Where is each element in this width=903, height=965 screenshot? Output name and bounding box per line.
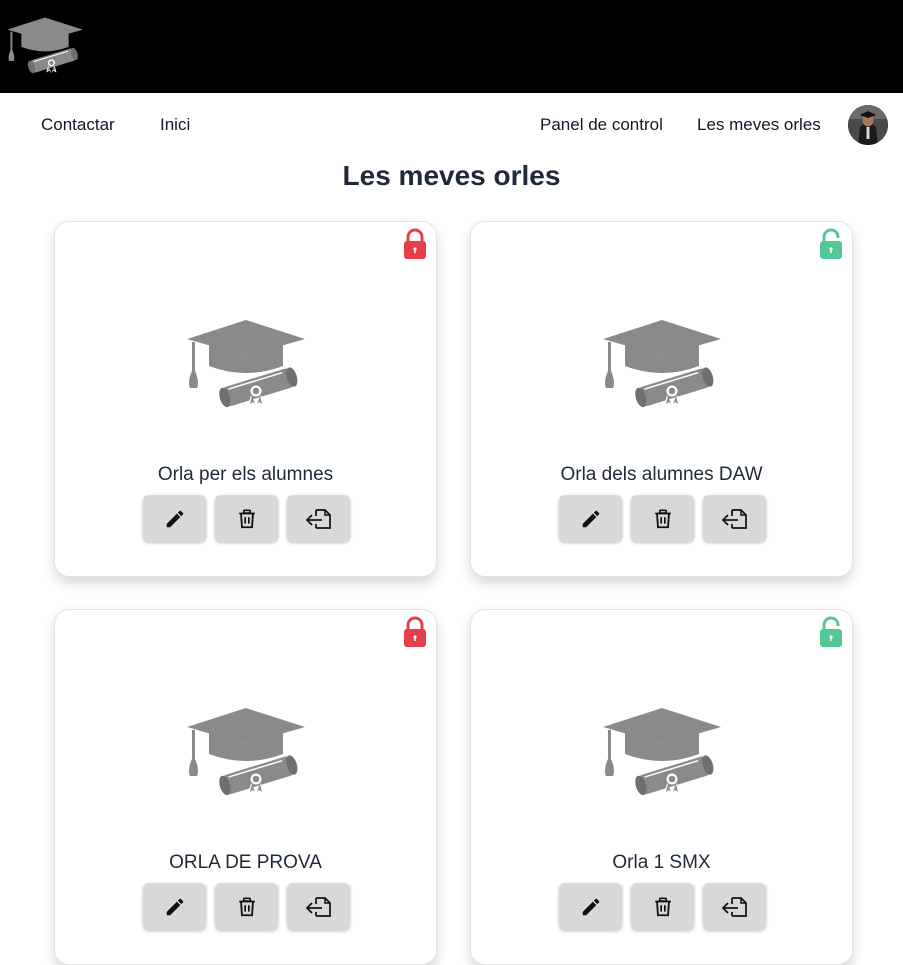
nav-link-panel-de-control[interactable]: Panel de control	[540, 115, 663, 135]
export-button[interactable]	[703, 883, 766, 930]
trash-icon	[652, 896, 674, 918]
orla-card: Orla dels alumnes DAW	[470, 221, 853, 577]
export-icon	[721, 895, 749, 919]
delete-button[interactable]	[631, 495, 694, 542]
card-actions	[557, 495, 767, 543]
card-actions	[141, 495, 351, 543]
edit-button[interactable]	[559, 495, 622, 542]
orla-card: ORLA DE PROVA	[54, 609, 437, 965]
main-nav: Contactar Inici Panel de control Les mev…	[0, 93, 903, 158]
lock-closed-icon[interactable]	[403, 228, 427, 260]
orla-card: Orla 1 SMX	[470, 609, 853, 965]
lock-open-icon[interactable]	[819, 616, 843, 648]
export-button[interactable]	[287, 883, 350, 930]
export-icon	[305, 895, 333, 919]
trash-icon	[236, 896, 258, 918]
edit-button[interactable]	[559, 883, 622, 930]
export-icon	[305, 507, 333, 531]
pencil-icon	[164, 508, 186, 530]
avatar[interactable]	[848, 105, 888, 145]
trash-icon	[236, 508, 258, 530]
orla-title: Orla per els alumnes	[157, 464, 334, 485]
nav-link-contactar[interactable]: Contactar	[41, 115, 115, 135]
orla-title: Orla 1 SMX	[612, 852, 711, 873]
delete-button[interactable]	[215, 495, 278, 542]
pencil-icon	[580, 508, 602, 530]
top-bar	[0, 0, 903, 93]
lock-closed-icon[interactable]	[403, 616, 427, 648]
orla-card: Orla per els alumnes	[54, 221, 437, 577]
nav-link-inici[interactable]: Inici	[160, 115, 190, 135]
user-avatar-icon	[848, 105, 888, 145]
page-title: Les meves orles	[342, 160, 561, 191]
nav-link-les-meves-orles[interactable]: Les meves orles	[697, 115, 821, 135]
edit-button[interactable]	[143, 495, 206, 542]
edit-button[interactable]	[143, 883, 206, 930]
graduation-cap-icon	[185, 706, 307, 796]
graduation-cap-icon	[601, 706, 723, 796]
export-icon	[721, 507, 749, 531]
card-actions	[141, 883, 351, 931]
pencil-icon	[164, 896, 186, 918]
delete-button[interactable]	[215, 883, 278, 930]
graduation-cap-icon	[185, 318, 307, 408]
export-button[interactable]	[703, 495, 766, 542]
card-actions	[557, 883, 767, 931]
lock-open-icon[interactable]	[819, 228, 843, 260]
pencil-icon	[580, 896, 602, 918]
orla-title: Orla dels alumnes DAW	[560, 464, 763, 485]
trash-icon	[652, 508, 674, 530]
graduation-cap-icon	[601, 318, 723, 408]
orla-title: ORLA DE PROVA	[169, 852, 322, 873]
graduation-cap-logo-icon[interactable]	[6, 14, 84, 76]
export-button[interactable]	[287, 495, 350, 542]
delete-button[interactable]	[631, 883, 694, 930]
